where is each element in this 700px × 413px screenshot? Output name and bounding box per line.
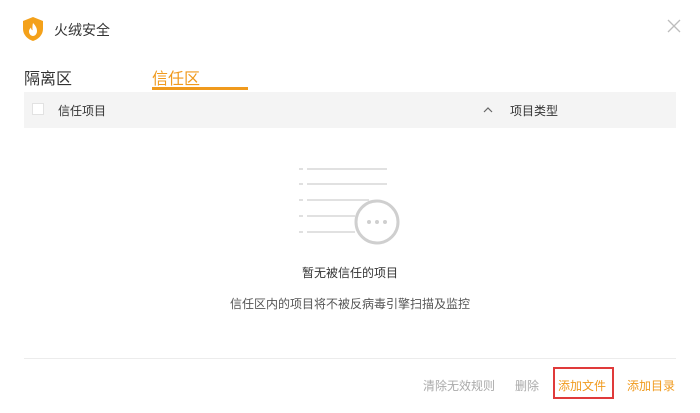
select-all-checkbox[interactable] — [32, 103, 44, 115]
clear-invalid-rules-button[interactable]: 清除无效规则 — [423, 377, 495, 394]
title-bar: 火绒安全 — [0, 0, 700, 58]
footer-divider — [24, 358, 676, 359]
app-title: 火绒安全 — [54, 23, 110, 39]
active-tab-indicator — [152, 87, 248, 90]
close-icon[interactable] — [666, 18, 682, 34]
huorong-logo-icon — [23, 17, 43, 41]
table-header: 信任项目 项目类型 — [24, 92, 676, 128]
chevron-up-icon[interactable] — [482, 104, 494, 116]
delete-button[interactable]: 删除 — [515, 377, 539, 394]
empty-list-illustration — [299, 168, 400, 245]
add-file-button[interactable]: 添加文件 — [558, 377, 606, 394]
tab-trust-zone[interactable]: 信任区 — [152, 65, 200, 89]
tab-quarantine[interactable]: 隔离区 — [24, 65, 72, 89]
column-header-item-type[interactable]: 项目类型 — [510, 102, 558, 119]
empty-state-description: 信任区内的项目将不被反病毒引擎扫描及监控 — [229, 297, 470, 311]
column-header-trusted-item[interactable]: 信任项目 — [58, 102, 106, 119]
tab-bar: 隔离区 信任区 — [0, 58, 700, 92]
add-directory-button[interactable]: 添加目录 — [627, 377, 675, 394]
empty-state-title: 暂无被信任的项目 — [301, 266, 398, 280]
